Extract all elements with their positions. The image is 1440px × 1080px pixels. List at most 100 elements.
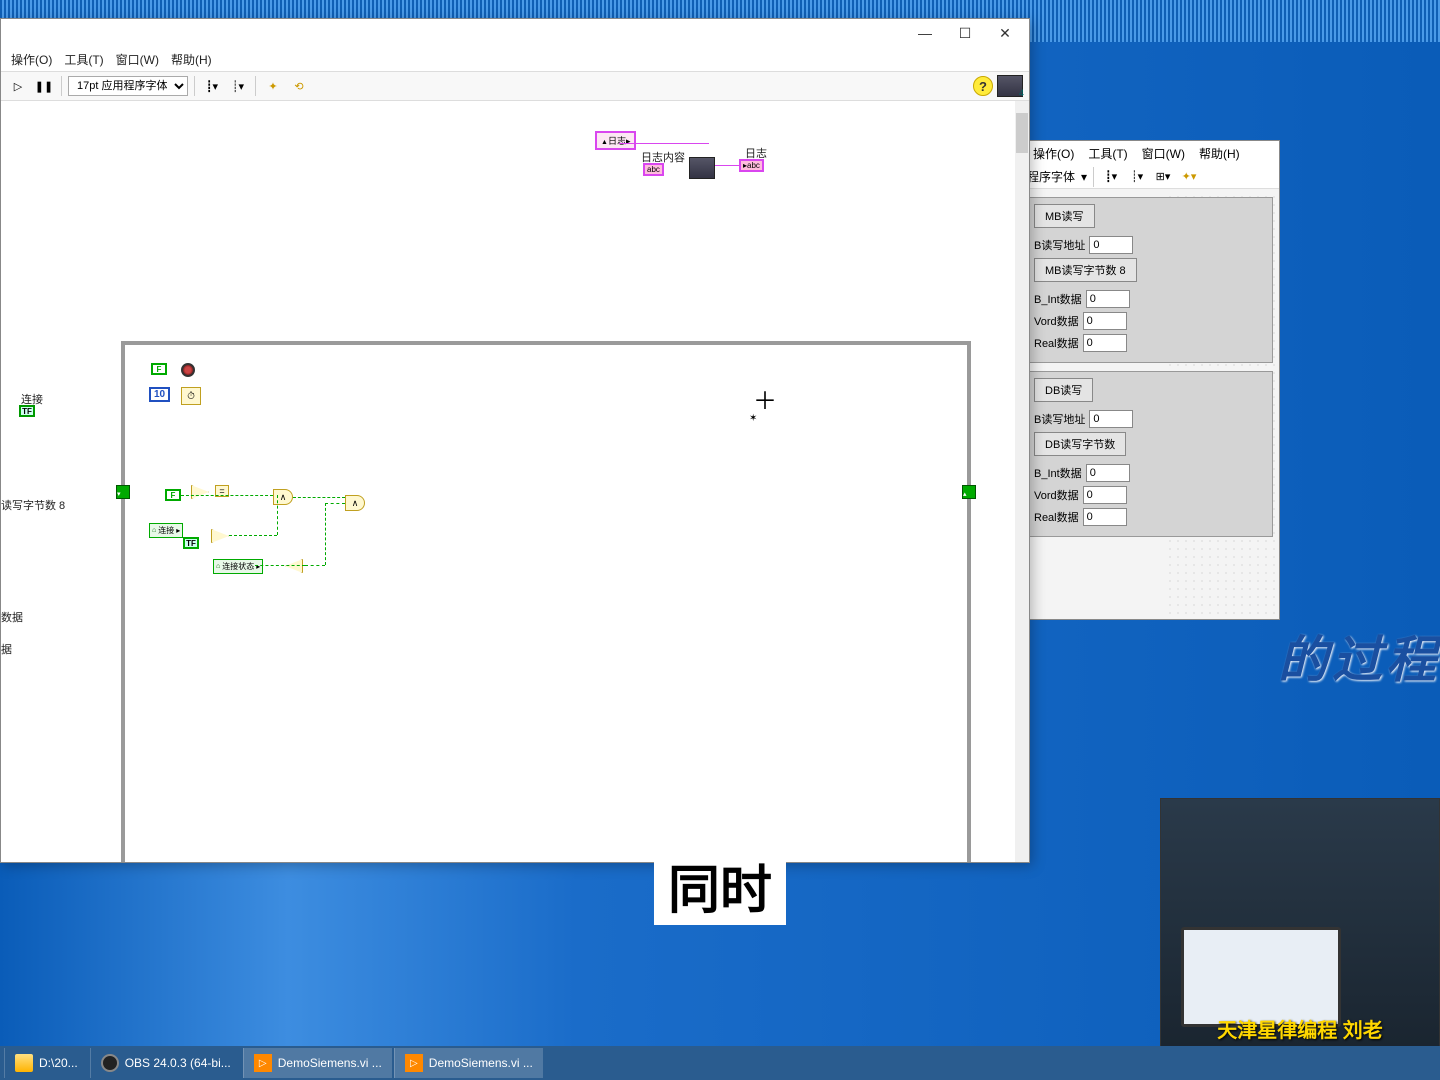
- wait-ms-node[interactable]: ⏱: [181, 387, 201, 405]
- select-node-2[interactable]: [211, 529, 229, 543]
- and-gate-1[interactable]: ∧: [273, 489, 293, 505]
- db-word-label: Vord数据: [1034, 487, 1079, 503]
- separator: [255, 76, 256, 96]
- menu-help-2[interactable]: 帮助(H): [1195, 143, 1244, 164]
- wire: [325, 503, 345, 504]
- express-vi-node[interactable]: [689, 157, 715, 179]
- menu-operate[interactable]: 操作(O): [7, 49, 56, 70]
- string-terminal-1[interactable]: abc: [643, 163, 664, 176]
- task-item-demo1[interactable]: ▷ DemoSiemens.vi ...: [243, 1048, 392, 1078]
- secondary-menu-bar: 操作(O) 工具(T) 窗口(W) 帮助(H): [1021, 141, 1279, 165]
- mb-bint-input[interactable]: [1086, 290, 1130, 308]
- db-real-label: Real数据: [1034, 509, 1079, 525]
- webcam-caption: 天津星律编程 刘老: [1161, 1014, 1439, 1043]
- mb-real-label: Real数据: [1034, 335, 1079, 351]
- wire: [229, 535, 277, 536]
- db-real-input[interactable]: [1083, 508, 1127, 526]
- wire: [255, 565, 305, 566]
- close-button[interactable]: ✕: [985, 22, 1025, 44]
- mb-cluster-box: MB读写 B读写地址 MB读写字节数 8 B_Int数据 Vord数据 Real…: [1027, 197, 1273, 363]
- toolbar: ▷ ❚❚ 17pt 应用程序字体 ┋▾ ┊▾ ✦ ⟲ ?: [1, 71, 1029, 101]
- menu-window-2[interactable]: 窗口(W): [1138, 143, 1189, 164]
- wire: [715, 165, 739, 166]
- db-bint-label: B_Int数据: [1034, 465, 1082, 481]
- local-var-conn-status[interactable]: ⌂连接状态▸: [213, 559, 263, 574]
- secondary-window: 操作(O) 工具(T) 窗口(W) 帮助(H) 程序字体 ▾ ┋▾ ┊▾ ⊞▾ …: [1020, 140, 1280, 620]
- pause-button[interactable]: ❚❚: [33, 75, 55, 97]
- menu-window[interactable]: 窗口(W): [112, 49, 163, 70]
- maximize-button[interactable]: ☐: [945, 22, 985, 44]
- align-button-2[interactable]: ┋▾: [1100, 166, 1122, 188]
- separator: [194, 76, 195, 96]
- db-word-input[interactable]: [1083, 486, 1127, 504]
- bool-tf-const[interactable]: TF: [183, 537, 199, 549]
- mb-addr-label: B读写地址: [1034, 237, 1085, 253]
- align-button[interactable]: ┋▾: [201, 75, 223, 97]
- vi-icon[interactable]: [997, 75, 1023, 97]
- title-bar[interactable]: — ☐ ✕: [1, 19, 1029, 47]
- main-window: — ☐ ✕ 操作(O) 工具(T) 窗口(W) 帮助(H) ▷ ❚❚ 17pt …: [0, 18, 1030, 863]
- bytes8-label: 读写字节数 8: [1, 497, 65, 513]
- distribute-button-2[interactable]: ┊▾: [1126, 166, 1148, 188]
- wire: [325, 503, 326, 565]
- menu-bar: 操作(O) 工具(T) 窗口(W) 帮助(H): [1, 47, 1029, 71]
- db-bytes-button[interactable]: DB读写字节数: [1034, 432, 1126, 456]
- db-cluster-box: DB读写 B读写地址 DB读写字节数 B_Int数据 Vord数据 Real数据: [1027, 371, 1273, 537]
- font-selector[interactable]: 17pt 应用程序字体: [68, 76, 188, 96]
- task-item-obs[interactable]: OBS 24.0.3 (64-bi...: [90, 1048, 241, 1078]
- run-button[interactable]: ▷: [7, 75, 29, 97]
- mb-addr-input[interactable]: [1089, 236, 1133, 254]
- mb-bytes8-button[interactable]: MB读写字节数 8: [1034, 258, 1137, 282]
- log-source-node[interactable]: ▲日志▸: [595, 131, 636, 150]
- wire: [181, 495, 273, 496]
- labview-icon: ▷: [254, 1054, 272, 1072]
- data-label-1: 数据: [1, 609, 23, 625]
- resize-button-2[interactable]: ⊞▾: [1152, 166, 1174, 188]
- separator: [61, 76, 62, 96]
- banner-text: 的过程: [1278, 620, 1440, 692]
- db-readwrite-button[interactable]: DB读写: [1034, 378, 1093, 402]
- numeric-const-10[interactable]: 10: [149, 389, 170, 400]
- reorder-button-2[interactable]: ✦▾: [1178, 166, 1200, 188]
- mb-real-input[interactable]: [1083, 334, 1127, 352]
- obs-icon: [101, 1054, 119, 1072]
- string-terminal-2[interactable]: ▸abc: [739, 159, 764, 172]
- select-node-1[interactable]: [191, 485, 209, 499]
- bool-false-const-2[interactable]: F: [165, 489, 181, 501]
- bool-terminal-connect[interactable]: TF: [19, 405, 35, 417]
- while-loop-structure[interactable]: F 10 ⏱ ▾ ▴ F = ∧ ⌂连接▸ TF ⌂连接状态▸ ∧: [121, 341, 971, 862]
- wire: [305, 565, 325, 566]
- scrollbar-thumb[interactable]: [1016, 113, 1028, 153]
- vertical-scrollbar[interactable]: [1015, 101, 1029, 862]
- mb-bint-label: B_Int数据: [1034, 291, 1082, 307]
- menu-tools[interactable]: 工具(T): [60, 49, 107, 70]
- font-label: 程序字体: [1027, 168, 1075, 185]
- task-item-demo2[interactable]: ▷ DemoSiemens.vi ...: [394, 1048, 543, 1078]
- loop-tunnel-right[interactable]: ▴: [962, 485, 976, 499]
- and-gate-2[interactable]: ∧: [345, 495, 365, 511]
- db-addr-label: B读写地址: [1034, 411, 1085, 427]
- menu-operate-2[interactable]: 操作(O): [1029, 143, 1078, 164]
- mb-word-input[interactable]: [1083, 312, 1127, 330]
- local-var-connect[interactable]: ⌂连接▸: [149, 523, 183, 538]
- distribute-button[interactable]: ┊▾: [227, 75, 249, 97]
- reorder-button[interactable]: ⟲: [288, 75, 310, 97]
- separator: [1093, 167, 1094, 187]
- db-addr-input[interactable]: [1089, 410, 1133, 428]
- loop-tunnel-left[interactable]: ▾: [116, 485, 130, 499]
- bool-false-const[interactable]: F: [151, 363, 167, 375]
- mb-word-label: Vord数据: [1034, 313, 1079, 329]
- cleanup-button[interactable]: ✦: [262, 75, 284, 97]
- menu-help[interactable]: 帮助(H): [167, 49, 216, 70]
- task-item-explorer[interactable]: D:\20...: [4, 1048, 88, 1078]
- not-node[interactable]: [285, 559, 303, 573]
- subtitle-text: 同时: [654, 846, 786, 925]
- menu-tools-2[interactable]: 工具(T): [1084, 143, 1131, 164]
- context-help-icon[interactable]: ?: [973, 76, 993, 96]
- block-diagram-canvas[interactable]: ▲日志▸ 日志内容 abc 日志 ▸abc 连接 TF 读写字节数 8 数据 据…: [1, 101, 1015, 862]
- stop-terminal[interactable]: [181, 363, 195, 377]
- wire: [293, 497, 345, 498]
- db-bint-input[interactable]: [1086, 464, 1130, 482]
- mb-readwrite-button[interactable]: MB读写: [1034, 204, 1095, 228]
- minimize-button[interactable]: —: [905, 22, 945, 44]
